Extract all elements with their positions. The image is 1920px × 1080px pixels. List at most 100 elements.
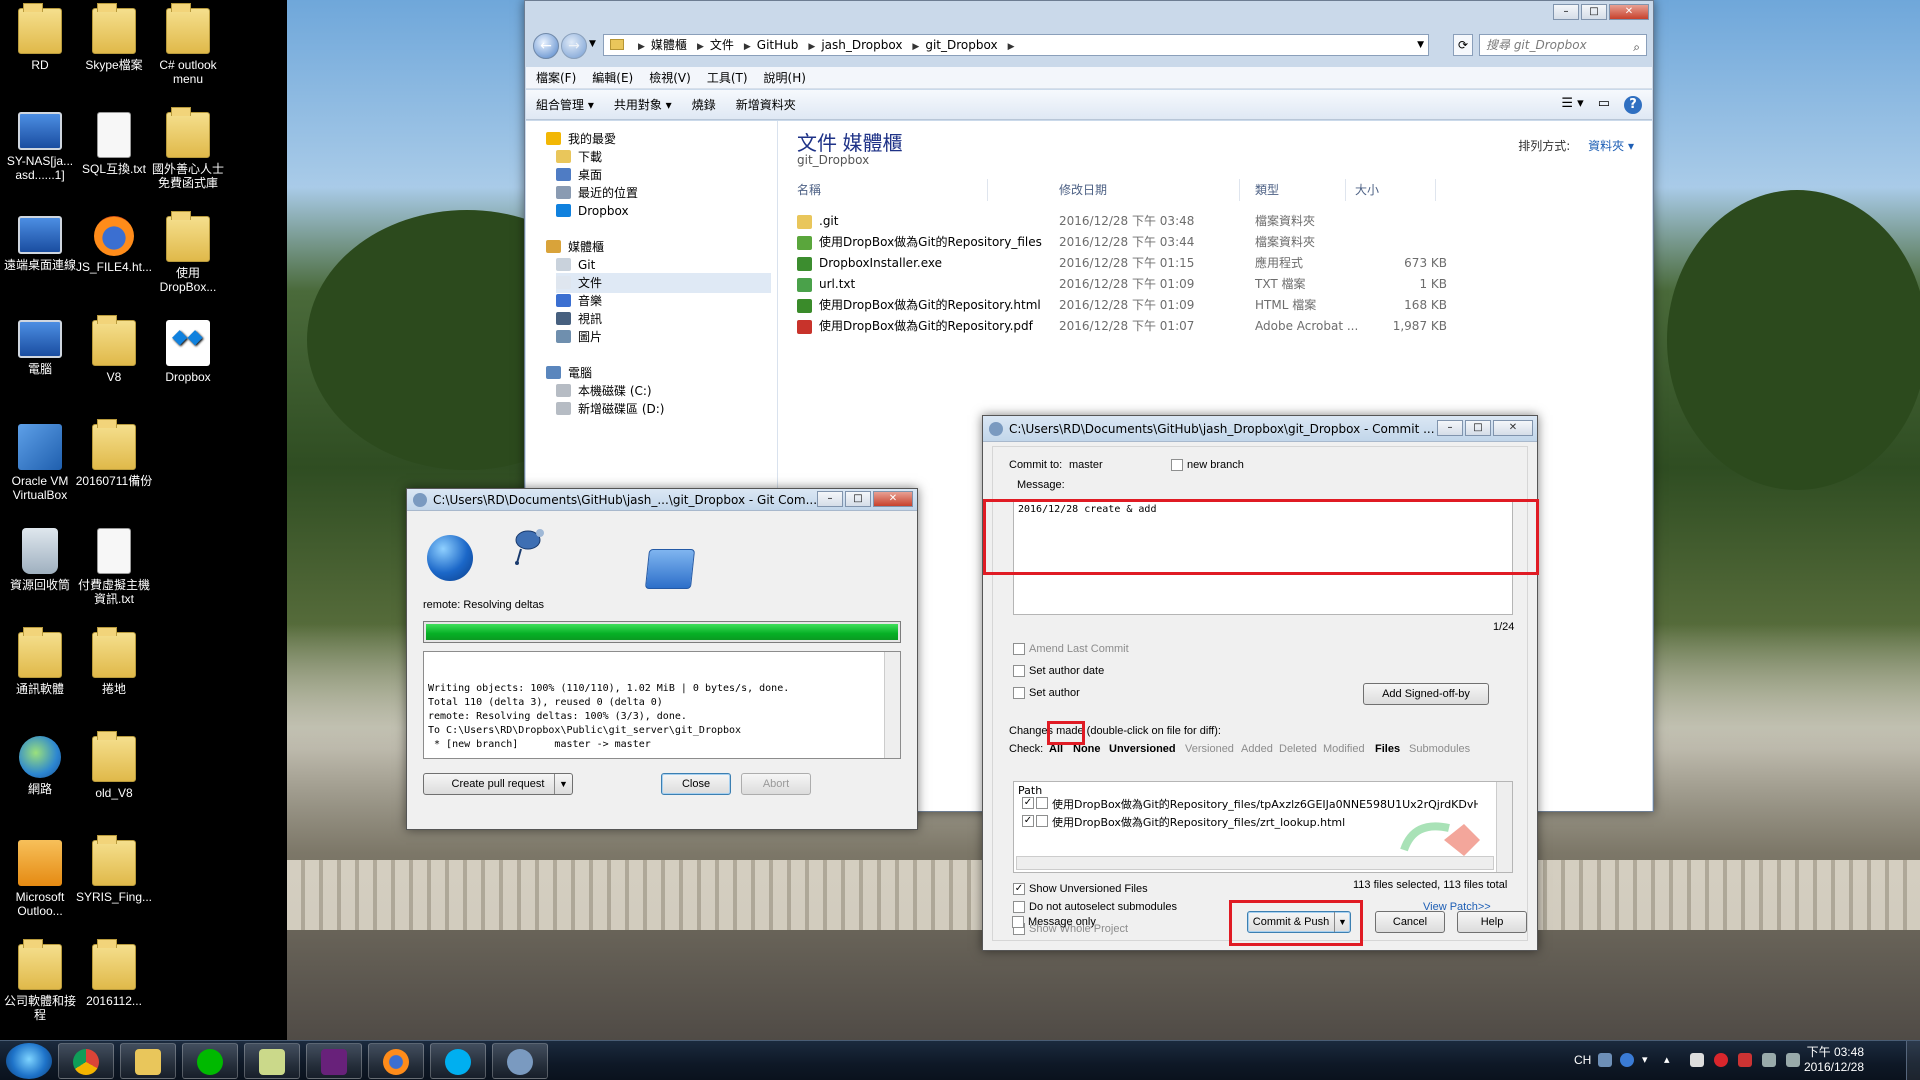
- abort-button[interactable]: Abort: [741, 773, 811, 795]
- show-desktop-button[interactable]: [1906, 1041, 1920, 1080]
- desktop-icon[interactable]: 捲地: [74, 627, 154, 696]
- nav-library-item[interactable]: Git: [556, 255, 595, 275]
- minimize-button[interactable]: –: [817, 491, 843, 507]
- chevron-down-icon[interactable]: ▾: [1642, 1053, 1656, 1067]
- nav-library-item[interactable]: 圖片: [556, 327, 602, 347]
- column-header[interactable]: 修改日期: [1059, 179, 1107, 201]
- help-icon[interactable]: ?: [1624, 96, 1642, 114]
- start-button[interactable]: [6, 1043, 52, 1079]
- chevron-right-icon[interactable]: ▶: [744, 42, 751, 52]
- menu-item[interactable]: 說明(H): [758, 67, 812, 89]
- firefox-taskbar-button[interactable]: [368, 1043, 424, 1079]
- close-button[interactable]: ✕: [1609, 4, 1649, 20]
- menu-item[interactable]: 工具(T): [701, 67, 754, 89]
- command-button[interactable]: 共用對象 ▾: [604, 90, 682, 120]
- filter-added[interactable]: Added: [1241, 743, 1273, 755]
- column-header[interactable]: 名稱: [797, 179, 821, 201]
- tray-expand-icon[interactable]: ▴: [1664, 1053, 1678, 1067]
- desktop-icon[interactable]: 資源回收筒: [0, 528, 80, 592]
- column-header[interactable]: 類型: [1255, 179, 1279, 201]
- path-checkbox[interactable]: ✓: [1022, 797, 1034, 809]
- language-indicator[interactable]: CH: [1574, 1053, 1591, 1067]
- chevron-right-icon[interactable]: ▶: [638, 42, 645, 52]
- chevron-right-icon[interactable]: ▶: [808, 42, 815, 52]
- desktop-icon[interactable]: 遠端桌面連線: [0, 216, 80, 272]
- file-list-vscrollbar[interactable]: [1496, 782, 1512, 872]
- chevron-right-icon[interactable]: ▶: [697, 42, 704, 52]
- filter-deleted[interactable]: Deleted: [1279, 743, 1317, 755]
- cancel-button[interactable]: Cancel: [1375, 911, 1445, 933]
- explorer-taskbar-button[interactable]: [120, 1043, 176, 1079]
- desktop-icon[interactable]: 網路: [0, 736, 80, 796]
- nav-favorite-item[interactable]: 桌面: [556, 165, 602, 185]
- nav-libraries-header[interactable]: 媒體櫃: [546, 237, 604, 257]
- column-separator[interactable]: [1345, 179, 1346, 201]
- maximize-button[interactable]: □: [1465, 420, 1491, 436]
- filter-all[interactable]: All: [1049, 743, 1063, 755]
- column-separator[interactable]: [1435, 179, 1436, 201]
- set-author-checkbox[interactable]: [1013, 687, 1025, 699]
- desktop-icon[interactable]: RD: [0, 3, 80, 72]
- amend-checkbox[interactable]: [1013, 643, 1025, 655]
- menu-item[interactable]: 編輯(E): [586, 67, 639, 89]
- chevron-down-icon[interactable]: ▼: [1334, 912, 1350, 932]
- keyboard-icon[interactable]: [1598, 1053, 1612, 1067]
- desktop-icon[interactable]: old_V8: [74, 731, 154, 800]
- desktop-icon[interactable]: 使用 DropBox...: [148, 211, 228, 294]
- desktop-icon[interactable]: 通訊軟體: [0, 627, 80, 696]
- chevron-right-icon[interactable]: ▶: [1008, 42, 1015, 52]
- command-button[interactable]: 組合管理 ▾: [526, 90, 604, 120]
- filter-submodules[interactable]: Submodules: [1409, 743, 1470, 755]
- menu-item[interactable]: 檔案(F): [530, 67, 582, 89]
- desktop-icon[interactable]: SQL互換.txt: [74, 112, 154, 176]
- file-row[interactable]: DropboxInstaller.exe 2016/12/28 下午 01:15 應…: [797, 253, 1637, 274]
- set-author-date-checkbox[interactable]: [1013, 665, 1025, 677]
- desktop-icon[interactable]: SYRIS_Fing...: [74, 835, 154, 904]
- visual-studio-taskbar-button[interactable]: [306, 1043, 362, 1079]
- column-separator[interactable]: [987, 179, 988, 201]
- new-branch-checkbox[interactable]: [1171, 459, 1183, 471]
- breadcrumb-item[interactable]: 文件: [710, 38, 734, 52]
- commit-push-button[interactable]: Commit & Push ▼: [1247, 911, 1351, 933]
- message-only-checkbox[interactable]: [1012, 916, 1024, 928]
- nav-favorite-item[interactable]: 最近的位置: [556, 183, 638, 203]
- minimize-button[interactable]: –: [1437, 420, 1463, 436]
- dropbox-tray-icon[interactable]: [1690, 1053, 1704, 1067]
- breadcrumb-item[interactable]: GitHub: [757, 38, 799, 52]
- no-autoselect-checkbox[interactable]: [1013, 901, 1025, 913]
- view-options-icon[interactable]: ☰ ▾: [1561, 96, 1583, 114]
- desktop-icon[interactable]: Skype檔案: [74, 3, 154, 72]
- show-unversioned-checkbox[interactable]: ✓: [1013, 883, 1025, 895]
- maximize-button[interactable]: □: [845, 491, 871, 507]
- add-signed-off-button[interactable]: Add Signed-off-by: [1363, 683, 1489, 705]
- volume-icon[interactable]: [1786, 1053, 1800, 1067]
- tortoisegit-taskbar-button[interactable]: [492, 1043, 548, 1079]
- log-scrollbar[interactable]: [884, 652, 900, 758]
- command-button[interactable]: 新增資料夾: [726, 90, 806, 120]
- file-row[interactable]: 使用DropBox做為Git的Repository.pdf 2016/12/28 …: [797, 316, 1637, 337]
- help-icon[interactable]: [1620, 1053, 1634, 1067]
- arrange-value-dropdown[interactable]: 資料夾 ▾: [1588, 139, 1634, 153]
- nav-library-item[interactable]: 文件: [556, 273, 771, 293]
- antivirus-icon[interactable]: [1714, 1053, 1728, 1067]
- desktop-icon[interactable]: V8: [74, 315, 154, 384]
- nav-favorites-header[interactable]: 我的最愛: [546, 129, 616, 149]
- desktop-icon[interactable]: JS_FILE4.ht...: [74, 216, 154, 274]
- column-separator[interactable]: [1239, 179, 1240, 201]
- breadcrumb-item[interactable]: 媒體櫃: [651, 38, 687, 52]
- desktop-icon[interactable]: 付費虛擬主機資訊.txt: [74, 528, 154, 606]
- address-dropdown-icon[interactable]: ▼: [1417, 35, 1424, 55]
- desktop-icon[interactable]: Dropbox: [148, 320, 228, 384]
- desktop-icon[interactable]: 國外善心人士免費函式庫: [148, 107, 228, 190]
- history-dropdown-icon[interactable]: ▼: [589, 39, 596, 49]
- skype-taskbar-button[interactable]: [430, 1043, 486, 1079]
- commit-message-input[interactable]: 2016/12/28 create & add: [1013, 499, 1513, 615]
- nav-library-item[interactable]: 音樂: [556, 291, 602, 311]
- desktop-icon[interactable]: Oracle VM VirtualBox: [0, 424, 80, 502]
- nav-library-item[interactable]: 視訊: [556, 309, 602, 329]
- column-header[interactable]: 大小: [1355, 179, 1379, 201]
- output-log[interactable]: Writing objects: 100% (110/110), 1.02 Mi…: [423, 651, 901, 759]
- path-checkbox[interactable]: ✓: [1022, 815, 1034, 827]
- desktop-icon[interactable]: 電腦: [0, 320, 80, 376]
- breadcrumb-item[interactable]: git_Dropbox: [925, 38, 997, 52]
